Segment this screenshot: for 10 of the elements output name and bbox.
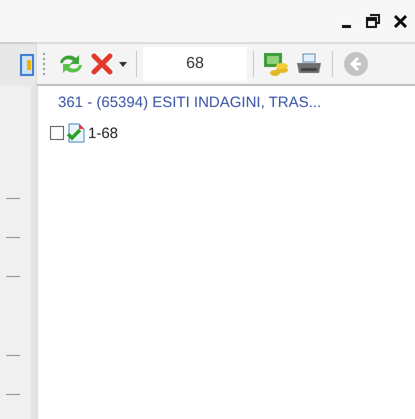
grip-icon[interactable] (43, 53, 46, 75)
caret-icon (119, 62, 127, 66)
close-icon[interactable] (394, 14, 407, 28)
document-check-icon (67, 123, 85, 143)
restore-icon[interactable] (366, 14, 380, 28)
item-label: 1-68 (88, 124, 118, 142)
page-field[interactable]: 68 (143, 47, 247, 81)
panel-icon[interactable] (20, 54, 34, 76)
checkbox[interactable] (50, 126, 64, 140)
document-title: 361 - (65394) ESITI INDAGINI, TRAS... (58, 94, 322, 111)
